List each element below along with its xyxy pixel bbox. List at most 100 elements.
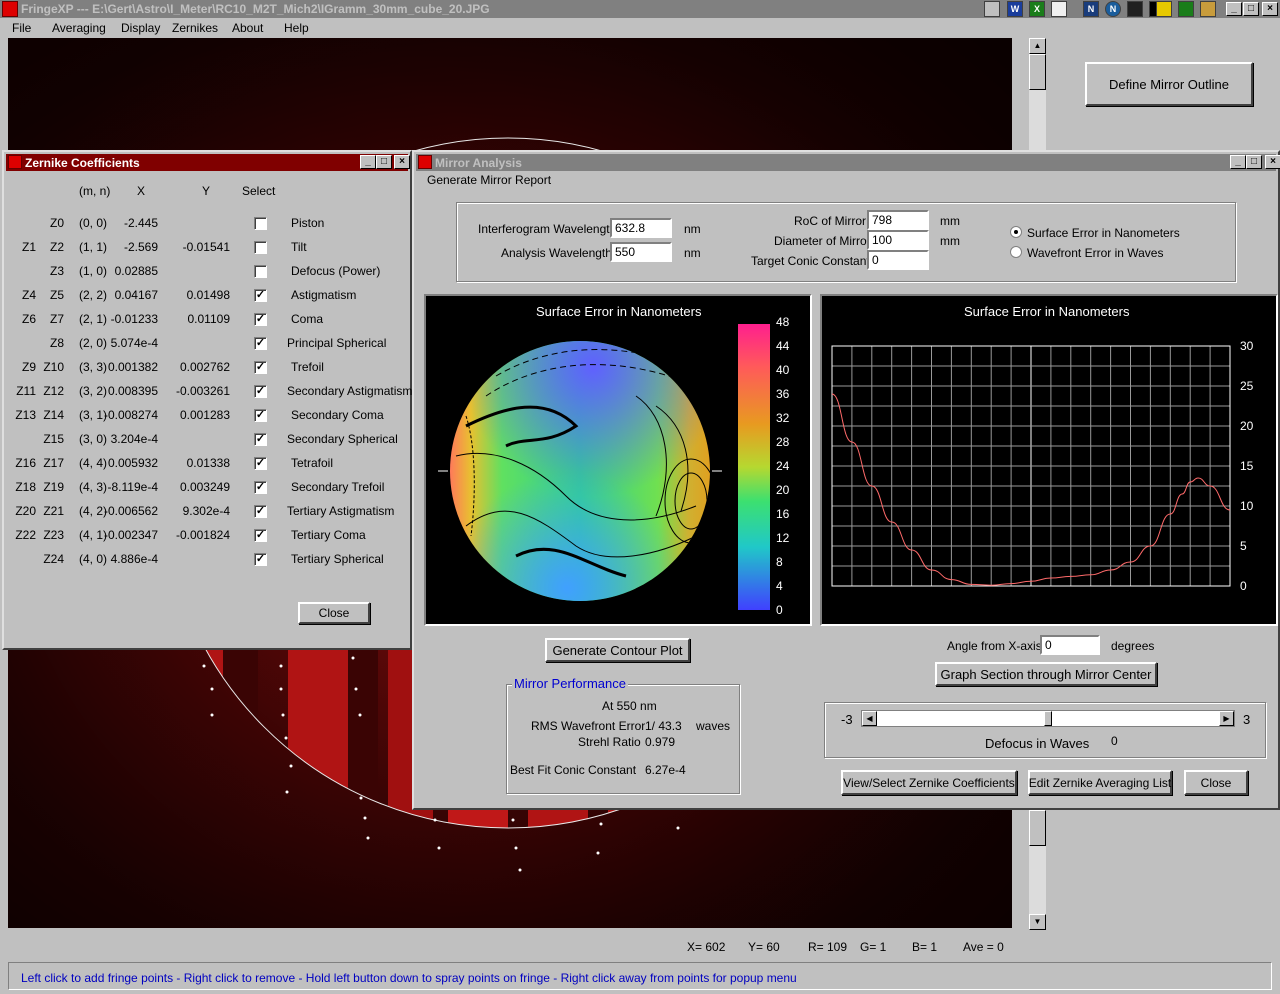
zernike-maximize-button[interactable]: □ [376,155,392,169]
slider-left-icon[interactable]: ◀ [862,711,877,726]
netscape-icon[interactable]: N [1083,1,1099,17]
analysis-wavelength-field[interactable]: 550 [610,242,672,262]
word-icon[interactable]: W [1007,1,1023,17]
maximize-button[interactable]: □ [1243,2,1259,16]
zernike-index-a: Z16 [15,456,36,470]
zernike-index-b: Z2 [49,240,64,254]
graph-section-button[interactable]: Graph Section through Mirror Center [935,662,1157,686]
zernike-minimize-button[interactable]: _ [360,155,376,169]
navigator-icon[interactable]: N [1105,1,1121,17]
roc-field[interactable]: 798 [867,210,929,230]
defocus-slider[interactable]: ◀ ▶ [861,710,1235,727]
edit-averaging-button[interactable]: Edit Zernike Averaging List [1028,770,1172,795]
zernike-mn: (3, 1) [79,408,108,422]
zernike-mn: (4, 4) [79,456,108,470]
zernike-select-checkbox[interactable] [254,265,267,278]
windows-icon[interactable] [984,1,1000,17]
color-scale-label: 44 [776,339,790,353]
header-x: X [137,184,146,198]
view-zernike-button[interactable]: View/Select Zernike Coefficients [841,770,1017,795]
zernike-mn: (4, 3) [79,480,108,494]
status-g: G= 1 [860,940,887,954]
menu-zernikes[interactable]: Zernikes [172,21,218,35]
zernike-close-button[interactable]: Close [298,602,370,624]
zernike-select-checkbox[interactable]: ✓ [254,481,267,494]
zernike-index-a: Z6 [21,312,36,326]
color-scale-label: 16 [776,507,790,521]
zernike-term-name: Tertiary Spherical [291,552,384,566]
zernike-term-name: Coma [291,312,324,326]
zernike-select-checkbox[interactable]: ✓ [254,409,267,422]
section-graph[interactable]: Surface Error in Nanometers 30 25 20 15 10 5 0 [820,294,1278,626]
zernike-index-b: Z17 [43,456,64,470]
zernike-mn: (1, 1) [79,240,108,254]
zernike-term-name: Secondary Spherical [287,432,398,446]
analysis-maximize-button[interactable]: □ [1246,155,1262,169]
close-button[interactable]: × [1262,2,1278,16]
zernike-y-value: -0.01541 [182,240,230,254]
sky-icon[interactable] [1178,1,1194,17]
header-mn: (m, n) [79,184,111,198]
y-tick-label: 25 [1240,379,1254,393]
analysis-close-icon[interactable]: × [1265,155,1280,169]
rms-value: 1/ 43.3 [645,719,682,733]
zernike-select-checkbox[interactable]: ✓ [254,361,267,374]
y-tick-label: 5 [1240,539,1247,553]
angle-field[interactable]: 0 [1040,635,1100,655]
zernike-window: Zernike Coefficients _ □ × (m, n) X Y Se… [2,150,412,650]
paint-icon[interactable] [1200,1,1216,17]
scroll-thumb[interactable] [1029,54,1046,90]
surface-error-radio[interactable] [1010,226,1022,238]
target-conic-field[interactable]: 0 [867,250,929,270]
defocus-value: 0 [1111,734,1118,748]
zernike-index-a: Z22 [15,528,36,542]
menu-averaging[interactable]: Averaging [52,21,106,35]
menu-display[interactable]: Display [121,21,160,35]
scroll-down-icon[interactable]: ▼ [1029,914,1046,930]
zernike-x-value: 4.886e-4 [110,552,158,566]
notepad-icon[interactable] [1051,1,1067,17]
status-r: R= 109 [808,940,848,954]
sun-icon[interactable] [1156,1,1172,17]
minimize-button[interactable]: _ [1226,2,1242,16]
zernike-term-name: Astigmatism [291,288,357,302]
scroll-thumb-lower[interactable] [1029,810,1046,846]
wavefront-error-radio-label[interactable]: Wavefront Error in Waves [1027,246,1163,260]
wavefront-error-radio[interactable] [1010,246,1022,258]
zernike-select-checkbox[interactable]: ✓ [254,505,267,518]
menu-about[interactable]: About [232,21,263,35]
zernike-select-checkbox[interactable] [254,217,267,230]
zernike-select-checkbox[interactable]: ✓ [254,289,267,302]
surface-error-radio-label[interactable]: Surface Error in Nanometers [1027,226,1180,240]
zernike-select-checkbox[interactable]: ✓ [254,385,267,398]
analysis-minimize-button[interactable]: _ [1230,155,1246,169]
contour-plot[interactable]: Surface Error in Nanometers 48 44 40 36 … [424,294,812,626]
nm-unit: nm [684,246,701,260]
menu-help[interactable]: Help [284,21,309,35]
slider-thumb[interactable] [1044,711,1052,726]
excel-icon[interactable]: X [1029,1,1045,17]
menu-file[interactable]: File [12,21,31,35]
slider-right-icon[interactable]: ▶ [1219,711,1234,726]
define-mirror-outline-button[interactable]: Define Mirror Outline [1085,62,1253,106]
defocus-max: 3 [1243,712,1251,727]
diameter-field[interactable]: 100 [867,230,929,250]
zernike-close-icon[interactable]: × [394,155,410,169]
zernike-select-checkbox[interactable]: ✓ [254,313,267,326]
scroll-up-icon[interactable]: ▲ [1029,38,1046,54]
zernike-select-checkbox[interactable]: ✓ [254,457,267,470]
menu-generate-report[interactable]: Generate Mirror Report [427,173,551,187]
analysis-close-button[interactable]: Close [1184,770,1248,795]
hint-bar: Left click to add fringe points - Right … [8,962,1272,990]
performance-wavelength: At 550 nm [602,699,657,713]
color-scale-label: 4 [776,579,783,593]
zernike-select-checkbox[interactable]: ✓ [254,337,267,350]
screenshot-icon[interactable] [1127,1,1143,17]
generate-contour-button[interactable]: Generate Contour Plot [545,638,690,662]
zernike-select-checkbox[interactable]: ✓ [254,433,267,446]
zernike-select-checkbox[interactable]: ✓ [254,529,267,542]
zernike-select-checkbox[interactable] [254,241,267,254]
zernike-select-checkbox[interactable]: ✓ [254,553,267,566]
igram-wavelength-field[interactable]: 632.8 [610,218,672,238]
status-y: Y= 60 [748,940,780,954]
